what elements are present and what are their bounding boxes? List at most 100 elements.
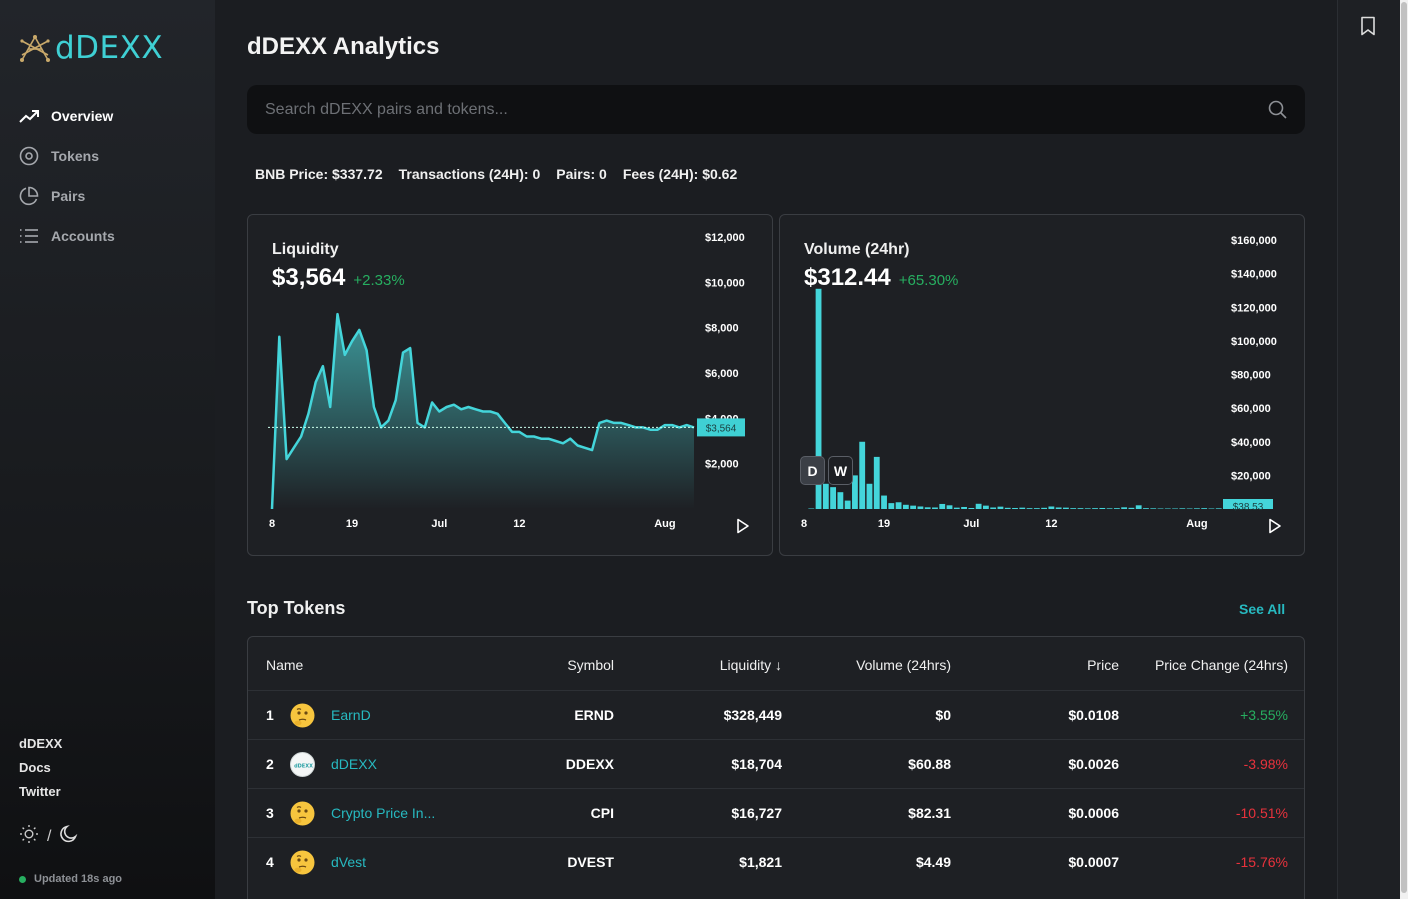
volume-bar [1092, 508, 1098, 509]
thinking-face-icon [290, 801, 315, 826]
x-tick-label: 12 [513, 518, 525, 530]
token-price: $0.0007 [1068, 854, 1119, 870]
link-ddexx[interactable]: dDEXX [19, 736, 62, 760]
token-price: $0.0108 [1068, 707, 1119, 723]
volume-bar [953, 507, 960, 509]
volume-bar [1063, 507, 1069, 509]
sidebar-item-pairs[interactable]: Pairs [19, 176, 115, 216]
token-name-link[interactable]: EarnD [331, 691, 371, 740]
sun-icon[interactable] [19, 824, 39, 849]
token-liquidity: $18,704 [731, 756, 782, 772]
thinking-face-icon [290, 850, 315, 875]
token-name-link[interactable]: dDEXX [331, 740, 377, 789]
sidebar-item-accounts[interactable]: Accounts [19, 216, 115, 256]
volume-bar [822, 483, 829, 509]
thinking-face-icon [290, 703, 315, 728]
y-tick-label: $2,000 [705, 459, 739, 471]
updated-text: Updated 18s ago [34, 873, 123, 885]
col-price[interactable]: Price [1087, 641, 1119, 690]
table-header: Name Symbol Liquidity ↓ Volume (24hrs) P… [248, 641, 1304, 690]
pie-chart-icon [19, 186, 39, 206]
y-tick-label: $8,000 [705, 323, 739, 335]
liquidity-card: $12,000$10,000$8,000$6,000$4,000$2,00081… [247, 214, 773, 556]
link-docs[interactable]: Docs [19, 760, 62, 784]
play-icon[interactable] [736, 518, 750, 539]
volume-amount: $312.44 [804, 264, 891, 291]
right-rail [1337, 0, 1400, 899]
token-symbol: CPI [590, 805, 614, 821]
volume-bar [1113, 508, 1120, 509]
play-icon[interactable] [1268, 518, 1282, 539]
svg-text:dDEXX: dDEXX [294, 764, 313, 770]
scrollbar-thumb[interactable] [1401, 2, 1407, 893]
top-tokens-title: Top Tokens [247, 598, 346, 618]
x-tick-label: 12 [1045, 518, 1057, 530]
x-tick-label: 8 [269, 518, 275, 530]
x-tick-label: 19 [878, 518, 890, 530]
col-liquidity[interactable]: Liquidity ↓ [720, 641, 782, 690]
pairs-count: Pairs: 0 [556, 166, 607, 182]
y-tick-label: $120,000 [1231, 302, 1277, 314]
volume-bar [1128, 507, 1135, 509]
volume-bar [1070, 508, 1077, 509]
token-name-link[interactable]: dVest [331, 838, 366, 887]
token-name-link[interactable]: Crypto Price In... [331, 789, 435, 838]
col-name[interactable]: Name [266, 641, 303, 690]
page-scrollbar[interactable] [1400, 0, 1408, 899]
daily-toggle-button[interactable]: D [800, 456, 825, 485]
table-row[interactable]: 4 dVest DVEST $1,821 $4.49 $0.0007 -15.7… [248, 837, 1304, 887]
see-all-link[interactable]: See All [1239, 601, 1285, 617]
x-tick-label: Aug [1186, 518, 1207, 530]
col-volume[interactable]: Volume (24hrs) [856, 641, 951, 690]
theme-separator: / [47, 827, 52, 845]
global-stats: BNB Price: $337.72 Transactions (24H): 0… [255, 166, 737, 182]
sidebar-item-label: Overview [51, 108, 114, 124]
search-icon[interactable] [1268, 100, 1287, 124]
search-input[interactable] [265, 85, 1245, 134]
x-tick-label: 19 [346, 518, 358, 530]
row-rank: 2 [266, 756, 274, 772]
disc-icon [19, 146, 39, 166]
sidebar-item-overview[interactable]: Overview [19, 96, 115, 136]
logo[interactable]: dDEXX [19, 30, 163, 66]
token-price-change: -3.98% [1243, 756, 1288, 772]
y-tick-label: $80,000 [1231, 370, 1271, 382]
moon-icon[interactable] [59, 824, 79, 849]
y-tick-label: $140,000 [1231, 269, 1277, 281]
token-price-change: -10.51% [1235, 805, 1288, 821]
token-volume: $82.31 [908, 805, 951, 821]
sidebar-links: dDEXX Docs Twitter [19, 736, 62, 808]
col-price-change[interactable]: Price Change (24hrs) [1155, 641, 1288, 690]
current-value-label: $3,564 [706, 423, 737, 434]
bookmark-icon[interactable] [1360, 16, 1376, 41]
page-title: dDEXX Analytics [247, 33, 440, 60]
liquidity-value: $3,564 +2.33% [272, 264, 405, 292]
table-row[interactable]: 3 Crypto Price In... CPI $16,727 $82.31 … [248, 788, 1304, 838]
volume-title: Volume (24hr) [804, 241, 910, 258]
weekly-toggle-button[interactable]: W [828, 456, 853, 485]
volume-change: +65.30% [898, 272, 959, 289]
volume-bar [917, 506, 924, 509]
token-price: $0.0026 [1068, 756, 1119, 772]
logo-text: dDEXX [55, 30, 164, 66]
y-tick-label: $12,000 [705, 232, 745, 244]
table-row[interactable]: 2 dDEXX dDEXX DDEXX $18,704 $60.88 $0.00… [248, 739, 1304, 789]
volume-bar [888, 503, 895, 509]
volume-bar [1150, 508, 1157, 509]
y-tick-label: $160,000 [1231, 235, 1277, 247]
token-volume: $0 [935, 707, 951, 723]
volume-bar [1033, 508, 1040, 509]
link-twitter[interactable]: Twitter [19, 784, 62, 808]
volume-bar [982, 505, 989, 509]
y-tick-label: $40,000 [1231, 437, 1271, 449]
top-tokens-table: Name Symbol Liquidity ↓ Volume (24hrs) P… [247, 636, 1305, 899]
col-symbol[interactable]: Symbol [567, 641, 614, 690]
volume-bar [939, 503, 946, 509]
table-row[interactable]: 1 EarnD ERND $328,449 $0 $0.0108 +3.55% [248, 690, 1304, 740]
sidebar-item-label: Tokens [51, 148, 99, 164]
y-tick-label: $6,000 [705, 368, 739, 380]
sidebar-item-tokens[interactable]: Tokens [19, 136, 115, 176]
volume-bar [808, 508, 815, 509]
volume-bar [910, 505, 917, 509]
volume-bar [866, 483, 873, 509]
